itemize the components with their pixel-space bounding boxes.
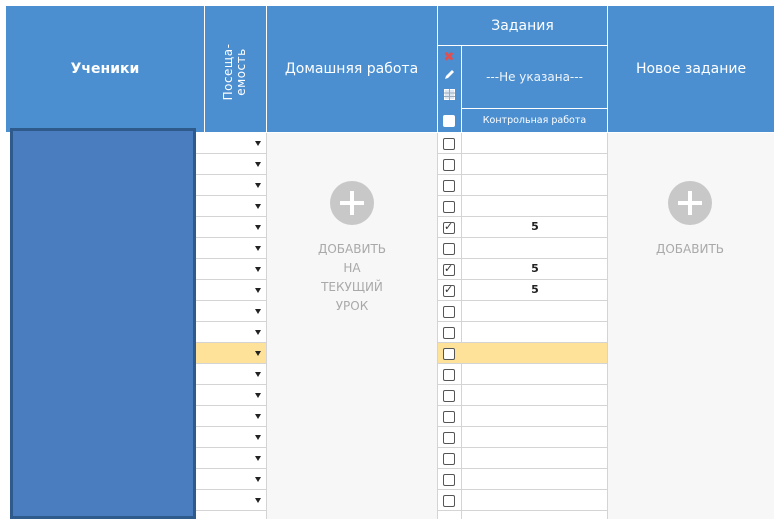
- row-divider: [438, 510, 607, 511]
- attendance-dropdown[interactable]: [196, 469, 266, 489]
- dropdown-arrow-icon: [255, 498, 261, 503]
- task-checkbox[interactable]: [443, 495, 455, 507]
- row-divider: [438, 468, 607, 469]
- row-divider: [438, 174, 607, 175]
- task-checkbox[interactable]: [443, 390, 455, 402]
- row-divider: [438, 279, 607, 280]
- dropdown-arrow-icon: [255, 435, 261, 440]
- row-divider: [438, 405, 607, 406]
- attendance-dropdown[interactable]: [196, 448, 266, 468]
- dropdown-arrow-icon: [255, 372, 261, 377]
- students-list: [10, 128, 196, 519]
- task-type-select[interactable]: ---Не указана---: [462, 46, 607, 108]
- add-task-label[interactable]: ДОБАВИТЬ: [630, 240, 750, 259]
- dropdown-arrow-icon: [255, 288, 261, 293]
- task-checkbox[interactable]: [443, 180, 455, 192]
- row-divider: [438, 300, 607, 301]
- task-checkbox[interactable]: [443, 306, 455, 318]
- row-divider: [438, 195, 607, 196]
- attendance-dropdown[interactable]: [196, 385, 266, 405]
- row-divider: [438, 321, 607, 322]
- dropdown-arrow-icon: [255, 246, 261, 251]
- dropdown-arrow-icon: [255, 351, 261, 356]
- attendance-dropdown[interactable]: [196, 133, 266, 153]
- column-divider: [607, 133, 608, 519]
- row-divider: [438, 363, 607, 364]
- task-checkbox[interactable]: [443, 262, 455, 276]
- row-divider: [438, 489, 607, 490]
- task-checkbox[interactable]: [443, 220, 455, 234]
- new-task-column-header[interactable]: Новое задание: [608, 6, 774, 132]
- attendance-dropdown[interactable]: [196, 196, 266, 216]
- dropdown-arrow-icon: [255, 330, 261, 335]
- attendance-dropdown[interactable]: [196, 406, 266, 426]
- task-checkbox[interactable]: [443, 453, 455, 465]
- dropdown-arrow-icon: [255, 183, 261, 188]
- attendance-dropdown[interactable]: [196, 322, 266, 342]
- row-divider: [438, 426, 607, 427]
- table-icon[interactable]: [442, 87, 456, 101]
- row-divider: [438, 258, 607, 259]
- task-checkbox[interactable]: [443, 327, 455, 339]
- add-task-plus-icon[interactable]: [668, 181, 712, 225]
- add-homework-plus-icon[interactable]: [330, 181, 374, 225]
- task-checkbox[interactable]: [443, 243, 455, 255]
- task-checkbox[interactable]: [443, 283, 455, 297]
- grade-cell[interactable]: 5: [462, 220, 608, 233]
- task-checkbox[interactable]: [443, 411, 455, 423]
- attendance-dropdown[interactable]: [196, 364, 266, 384]
- dropdown-arrow-icon: [255, 309, 261, 314]
- attendance-dropdown[interactable]: [196, 280, 266, 300]
- row-divider: [438, 384, 607, 385]
- task-checkbox[interactable]: [443, 138, 455, 150]
- task-checkbox[interactable]: [443, 474, 455, 486]
- grade-cell[interactable]: 5: [462, 283, 608, 296]
- column-divider: [461, 133, 462, 519]
- attendance-dropdown[interactable]: [196, 427, 266, 447]
- pencil-icon[interactable]: [442, 68, 456, 82]
- dropdown-arrow-icon: [255, 393, 261, 398]
- row-highlight: [438, 343, 607, 364]
- attendance-column-header[interactable]: Посеща- емость: [204, 6, 266, 132]
- homework-column-header[interactable]: Домашняя работа: [266, 6, 437, 132]
- students-column-header[interactable]: Ученики: [6, 6, 204, 132]
- close-icon[interactable]: ✖: [442, 50, 456, 65]
- dropdown-arrow-icon: [255, 162, 261, 167]
- task-checkbox[interactable]: [443, 432, 455, 444]
- dropdown-arrow-icon: [255, 204, 261, 209]
- dropdown-arrow-icon: [255, 477, 261, 482]
- dropdown-arrow-icon: [255, 414, 261, 419]
- dropdown-arrow-icon: [255, 141, 261, 146]
- dropdown-arrow-icon: [255, 267, 261, 272]
- attendance-dropdown[interactable]: [196, 154, 266, 174]
- row-divider: [438, 216, 607, 217]
- attendance-dropdown[interactable]: [196, 217, 266, 237]
- attendance-dropdown[interactable]: [196, 175, 266, 195]
- grade-cell[interactable]: 5: [462, 262, 608, 275]
- select-all-checkbox[interactable]: [443, 115, 455, 127]
- attendance-dropdown[interactable]: [196, 238, 266, 258]
- dropdown-arrow-icon: [255, 456, 261, 461]
- row-divider: [438, 447, 607, 448]
- attendance-dropdown[interactable]: [196, 490, 266, 510]
- add-homework-label[interactable]: ДОБАВИТЬ НА ТЕКУЩИЙ УРОК: [292, 240, 412, 316]
- column-divider: [437, 133, 438, 519]
- task-checkbox[interactable]: [443, 201, 455, 213]
- dropdown-arrow-icon: [255, 225, 261, 230]
- task-checkbox[interactable]: [443, 348, 455, 360]
- column-divider: [266, 133, 267, 519]
- row-divider: [438, 153, 607, 154]
- task-checkbox[interactable]: [443, 159, 455, 171]
- attendance-dropdown[interactable]: [196, 301, 266, 321]
- attendance-dropdown[interactable]: [196, 343, 266, 363]
- row-divider: [438, 237, 607, 238]
- tasks-column-header: Задания: [491, 17, 554, 34]
- task-checkbox[interactable]: [443, 369, 455, 381]
- attendance-dropdown[interactable]: [196, 259, 266, 279]
- task-name-label[interactable]: Контрольная работа: [462, 109, 607, 132]
- row-divider: [196, 510, 266, 511]
